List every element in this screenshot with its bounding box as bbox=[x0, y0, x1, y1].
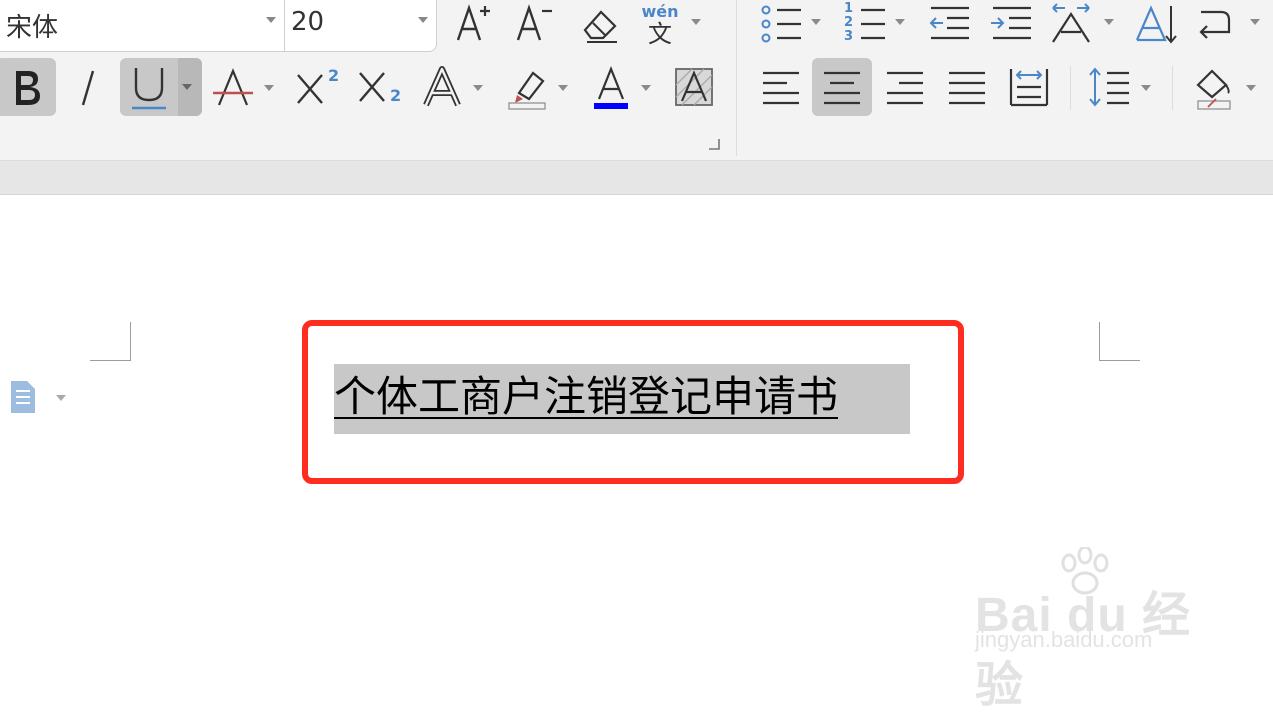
watermark-url: jingyan.baidu.com bbox=[975, 627, 1153, 652]
chevron-down-icon[interactable] bbox=[56, 395, 66, 401]
document-icon bbox=[11, 381, 35, 413]
increase-indent-icon bbox=[991, 6, 1031, 40]
phonetic-char: 文 bbox=[648, 20, 672, 48]
numbering-button[interactable]: 123 bbox=[840, 2, 890, 46]
character-shading-icon bbox=[675, 68, 713, 106]
decrease-indent-button[interactable] bbox=[924, 2, 974, 46]
chevron-down-icon[interactable] bbox=[1104, 19, 1114, 25]
align-right-icon bbox=[887, 71, 923, 105]
justify-icon bbox=[949, 71, 985, 105]
decrease-indent-icon bbox=[929, 6, 969, 40]
paragraph-return-icon bbox=[1199, 10, 1231, 39]
shrink-font-icon bbox=[516, 4, 552, 41]
phonetic-guide-button[interactable]: wén 文 bbox=[636, 2, 684, 48]
grow-font-button[interactable] bbox=[452, 2, 496, 46]
character-shading-button[interactable] bbox=[670, 60, 718, 114]
chevron-down-icon[interactable] bbox=[264, 85, 274, 91]
chinese-layout-icon bbox=[1052, 3, 1090, 43]
shading-button[interactable] bbox=[1188, 60, 1238, 114]
grow-font-icon bbox=[456, 4, 490, 41]
justify-button[interactable] bbox=[942, 60, 992, 114]
clear-formatting-button[interactable] bbox=[577, 2, 621, 46]
line-spacing-button[interactable] bbox=[1084, 60, 1134, 114]
chinese-layout-button[interactable] bbox=[1046, 2, 1098, 46]
chevron-down-icon[interactable] bbox=[811, 19, 821, 25]
shrink-font-button[interactable] bbox=[512, 2, 556, 46]
paragraph-layout-handle[interactable] bbox=[6, 378, 40, 416]
ribbon-group-separator bbox=[1172, 66, 1173, 110]
paint-bucket-icon bbox=[1196, 69, 1231, 110]
align-right-button[interactable] bbox=[880, 60, 930, 114]
align-center-button[interactable] bbox=[812, 58, 872, 116]
chevron-down-icon[interactable] bbox=[641, 85, 651, 91]
distributed-align-icon bbox=[1009, 69, 1049, 107]
align-left-button[interactable] bbox=[756, 60, 806, 114]
chevron-down-icon bbox=[182, 84, 192, 90]
italic-button[interactable] bbox=[66, 60, 110, 114]
italic-icon bbox=[81, 70, 95, 106]
ribbon-bottom-band bbox=[0, 160, 1273, 195]
chevron-down-icon[interactable] bbox=[266, 17, 276, 23]
font-size-combo[interactable]: 20 bbox=[284, 0, 437, 52]
font-name-combo[interactable]: 宋体 bbox=[0, 0, 285, 52]
chevron-down-icon[interactable] bbox=[473, 85, 483, 91]
highlighter-icon bbox=[508, 71, 546, 110]
underline-button[interactable] bbox=[120, 58, 202, 116]
bold-button[interactable] bbox=[0, 58, 56, 116]
superscript-button[interactable]: 2 bbox=[292, 60, 342, 114]
text-effects-button[interactable] bbox=[418, 60, 466, 114]
page-corner-mark-left bbox=[90, 322, 131, 361]
text-effects-icon bbox=[423, 66, 461, 107]
font-size-value: 20 bbox=[291, 7, 325, 37]
increase-indent-button[interactable] bbox=[986, 2, 1036, 46]
font-dialog-launcher[interactable] bbox=[706, 136, 722, 152]
font-color-button[interactable] bbox=[586, 60, 636, 114]
annotation-red-box bbox=[302, 320, 964, 484]
highlight-button[interactable] bbox=[502, 60, 552, 114]
chevron-down-icon[interactable] bbox=[1250, 19, 1260, 25]
bullets-button[interactable] bbox=[756, 2, 806, 46]
align-center-icon bbox=[824, 71, 860, 105]
text-direction-button[interactable] bbox=[1132, 2, 1180, 46]
subscript-button[interactable]: 2 bbox=[352, 60, 404, 114]
bold-icon bbox=[16, 71, 40, 105]
numbering-digits: 123 bbox=[844, 1, 854, 44]
paragraph-mark-button[interactable] bbox=[1194, 2, 1242, 46]
eraser-icon bbox=[583, 10, 617, 43]
chevron-down-icon[interactable] bbox=[895, 19, 905, 25]
chevron-down-icon[interactable] bbox=[418, 17, 428, 23]
ribbon-group-separator bbox=[736, 0, 737, 156]
dialog-launcher-icon bbox=[709, 139, 720, 150]
font-color-icon bbox=[597, 66, 625, 100]
text-direction-icon bbox=[1135, 5, 1177, 44]
strikethrough-icon bbox=[213, 68, 253, 106]
distributed-button[interactable] bbox=[1004, 60, 1054, 114]
line-spacing-icon bbox=[1089, 67, 1129, 107]
chevron-down-icon[interactable] bbox=[691, 19, 701, 25]
align-left-icon bbox=[763, 71, 799, 105]
phonetic-pinyin: wén bbox=[641, 2, 679, 21]
subscript-digit: 2 bbox=[390, 86, 402, 105]
font-color-bar bbox=[594, 103, 628, 109]
strikethrough-button[interactable] bbox=[210, 60, 256, 114]
underline-icon bbox=[132, 68, 166, 110]
superscript-digit: 2 bbox=[328, 66, 340, 85]
chevron-down-icon[interactable] bbox=[1141, 85, 1151, 91]
chevron-down-icon[interactable] bbox=[1246, 85, 1256, 91]
page-corner-mark-right bbox=[1099, 322, 1140, 361]
ribbon-group-separator bbox=[1070, 66, 1071, 110]
font-name-value: 宋体 bbox=[6, 13, 59, 43]
chevron-down-icon[interactable] bbox=[558, 85, 568, 91]
bullet-list-icon bbox=[761, 5, 801, 43]
baidu-watermark: Bai du 经验 jingyan.baidu.com bbox=[975, 547, 1210, 712]
